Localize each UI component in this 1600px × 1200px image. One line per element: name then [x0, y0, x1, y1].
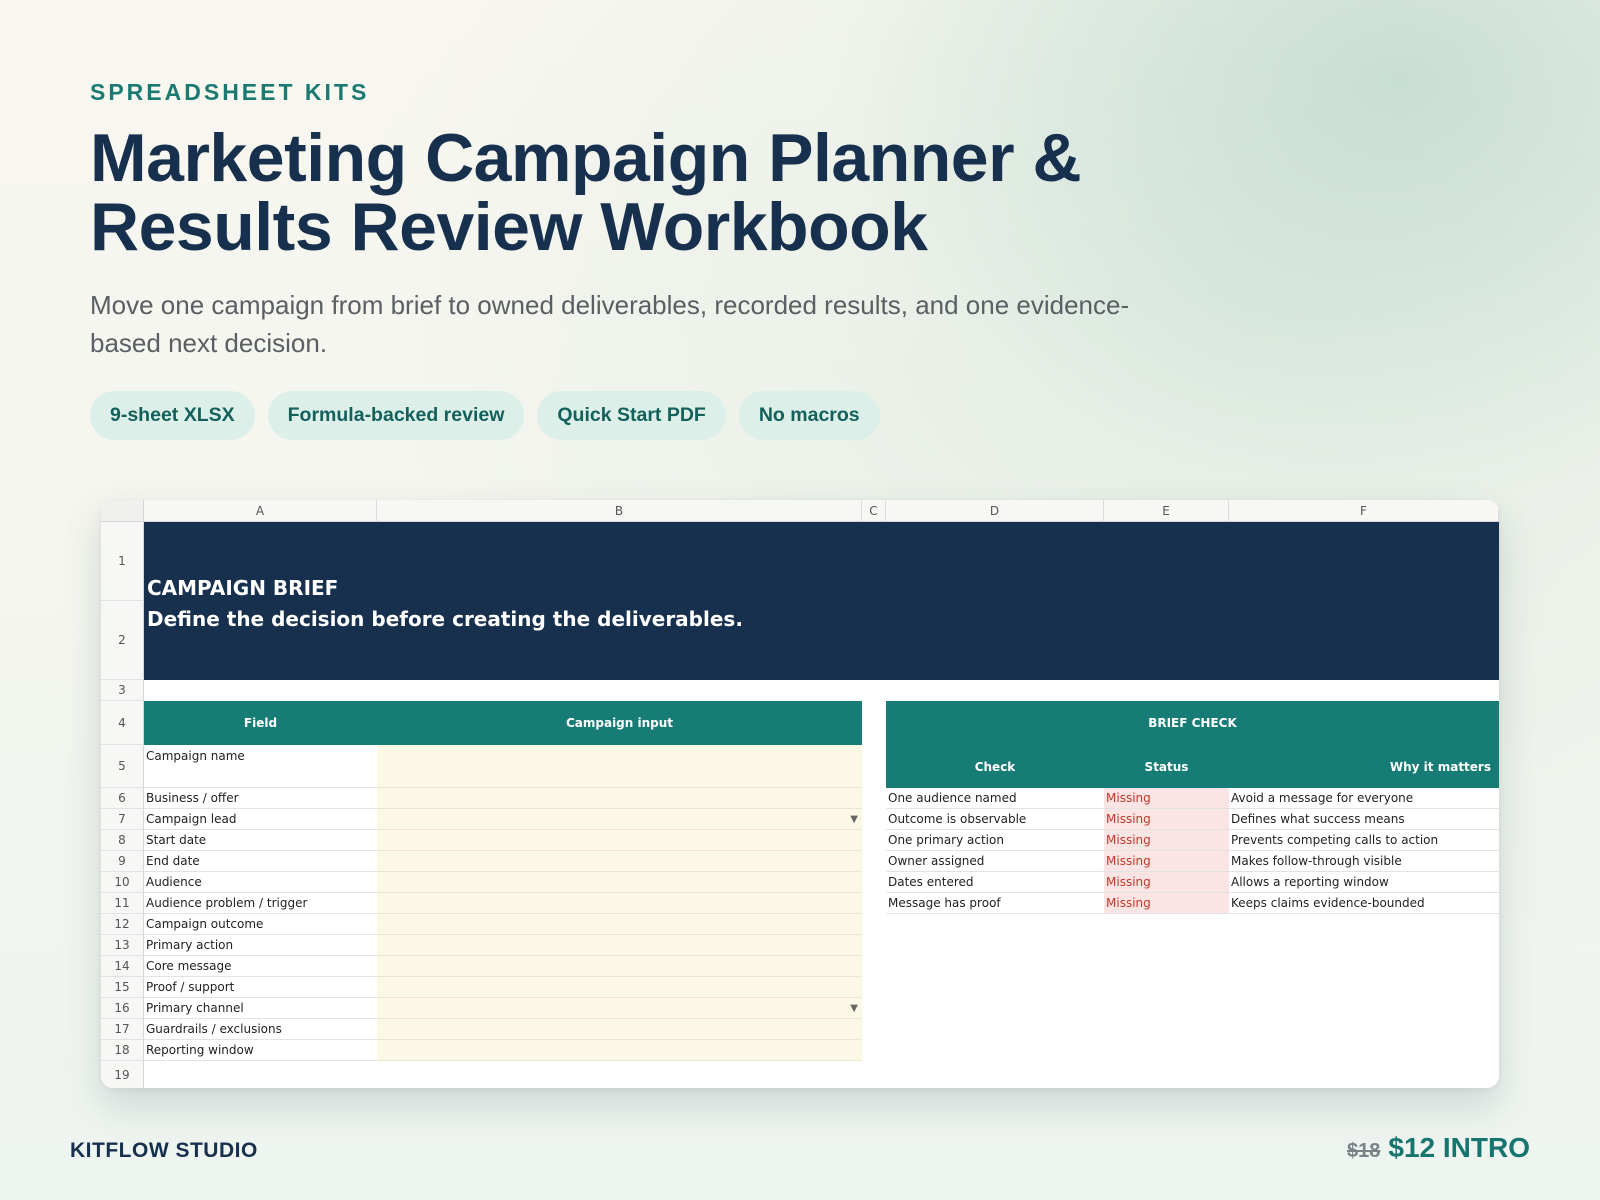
row-header-5[interactable]: 5	[101, 745, 144, 788]
input-start-date[interactable]	[377, 830, 862, 851]
field-label-campaign-lead[interactable]: Campaign lead	[144, 809, 377, 830]
input-reporting-window[interactable]	[377, 1040, 862, 1061]
select-all-corner[interactable]	[101, 500, 144, 522]
status-badge[interactable]: Missing	[1104, 851, 1229, 872]
page-subtitle: Move one campaign from brief to owned de…	[90, 290, 1130, 358]
eyebrow-label: SPREADSHEET KITS	[90, 79, 370, 105]
row-header-19[interactable]: 19	[101, 1061, 144, 1088]
campaign-input-header[interactable]: Campaign input	[377, 701, 862, 745]
row-header-14[interactable]: 14	[101, 956, 144, 977]
input-guardrails[interactable]	[377, 1019, 862, 1040]
row-header-17[interactable]: 17	[101, 1019, 144, 1040]
brand-name: KITFLOW STUDIO	[70, 1139, 258, 1162]
pill-no-macros: No macros	[738, 391, 880, 440]
field-label-business-offer[interactable]: Business / offer	[144, 788, 377, 809]
status-badge[interactable]: Missing	[1104, 830, 1229, 851]
field-label-primary-channel[interactable]: Primary channel	[144, 998, 377, 1019]
row-header-2[interactable]: 2	[101, 601, 144, 680]
why-cell[interactable]: Keeps claims evidence-bounded	[1229, 893, 1499, 914]
input-end-date[interactable]	[377, 851, 862, 872]
status-badge[interactable]: Missing	[1104, 809, 1229, 830]
row-header-15[interactable]: 15	[101, 977, 144, 998]
brief-check-title: BRIEF CHECK	[1148, 716, 1237, 730]
column-header-b[interactable]: B	[377, 500, 862, 522]
field-header[interactable]: Field	[144, 701, 377, 745]
input-audience[interactable]	[377, 872, 862, 893]
check-cell[interactable]: Dates entered	[886, 872, 1104, 893]
chevron-down-icon[interactable]: ▼	[850, 814, 858, 825]
status-badge[interactable]: Missing	[1104, 893, 1229, 914]
row-header-12[interactable]: 12	[101, 914, 144, 935]
input-business-offer[interactable]	[377, 788, 862, 809]
field-label-end-date[interactable]: End date	[144, 851, 377, 872]
column-header-a[interactable]: A	[144, 500, 377, 522]
row-header-6[interactable]: 6	[101, 788, 144, 809]
field-label-start-date[interactable]: Start date	[144, 830, 377, 851]
banner-title: CAMPAIGN BRIEF	[147, 576, 339, 600]
row-header-18[interactable]: 18	[101, 1040, 144, 1061]
input-primary-action[interactable]	[377, 935, 862, 956]
row-header-9[interactable]: 9	[101, 851, 144, 872]
status-badge[interactable]: Missing	[1104, 872, 1229, 893]
spreadsheet-preview: A B C D E F 1 2 3 4 5 6 7 8 9 10 11 12 1…	[101, 500, 1499, 1088]
why-cell[interactable]: Avoid a message for everyone	[1229, 788, 1499, 809]
row-header-7[interactable]: 7	[101, 809, 144, 830]
row-header-4[interactable]: 4	[101, 701, 144, 745]
column-header-d[interactable]: D	[886, 500, 1104, 522]
brief-check-header[interactable]: BRIEF CHECK Check Status Why it matters	[886, 701, 1499, 788]
input-campaign-outcome[interactable]	[377, 914, 862, 935]
banner-subtitle: Define the decision before creating the …	[147, 607, 743, 631]
input-campaign-name[interactable]	[377, 745, 862, 788]
field-label-audience-problem[interactable]: Audience problem / trigger	[144, 893, 377, 914]
price-tag: $18 $12 INTRO	[1347, 1132, 1530, 1164]
pill-formula: Formula-backed review	[267, 391, 525, 440]
pill-quickstart: Quick Start PDF	[537, 391, 726, 440]
row-header-13[interactable]: 13	[101, 935, 144, 956]
check-cell[interactable]: One primary action	[886, 830, 1104, 851]
column-header-f[interactable]: F	[1229, 500, 1499, 522]
input-proof-support[interactable]	[377, 977, 862, 998]
status-column-header: Status	[1144, 759, 1189, 774]
page-title: Marketing Campaign Planner & Results Rev…	[90, 124, 1370, 262]
why-cell[interactable]: Defines what success means	[1229, 809, 1499, 830]
check-cell[interactable]: Owner assigned	[886, 851, 1104, 872]
old-price: $18	[1347, 1140, 1381, 1162]
why-cell[interactable]: Allows a reporting window	[1229, 872, 1499, 893]
row-header-8[interactable]: 8	[101, 830, 144, 851]
field-label-primary-action[interactable]: Primary action	[144, 935, 377, 956]
check-cell[interactable]: Outcome is observable	[886, 809, 1104, 830]
title-line-2: Results Review Workbook	[90, 189, 928, 265]
column-header-c[interactable]: C	[862, 500, 886, 522]
row-header-3[interactable]: 3	[101, 680, 144, 701]
field-label-campaign-name[interactable]: Campaign name	[144, 745, 377, 788]
title-line-1: Marketing Campaign Planner &	[90, 120, 1082, 196]
campaign-brief-banner[interactable]: CAMPAIGN BRIEF Define the decision befor…	[144, 522, 1499, 680]
row-header-16[interactable]: 16	[101, 998, 144, 1019]
row-header-11[interactable]: 11	[101, 893, 144, 914]
check-cell[interactable]: One audience named	[886, 788, 1104, 809]
input-campaign-lead-dropdown[interactable]: ▼	[377, 809, 862, 830]
field-label-campaign-outcome[interactable]: Campaign outcome	[144, 914, 377, 935]
why-cell[interactable]: Prevents competing calls to action	[1229, 830, 1499, 851]
field-label-core-message[interactable]: Core message	[144, 956, 377, 977]
check-column-header: Check	[974, 759, 1016, 774]
field-label-audience[interactable]: Audience	[144, 872, 377, 893]
field-label-reporting-window[interactable]: Reporting window	[144, 1040, 377, 1061]
check-cell[interactable]: Message has proof	[886, 893, 1104, 914]
intro-price: $12 INTRO	[1388, 1132, 1530, 1163]
chevron-down-icon[interactable]: ▼	[850, 1003, 858, 1014]
row-header-1[interactable]: 1	[101, 522, 144, 601]
field-label-proof-support[interactable]: Proof / support	[144, 977, 377, 998]
input-audience-problem[interactable]	[377, 893, 862, 914]
input-core-message[interactable]	[377, 956, 862, 977]
pill-xlsx: 9-sheet XLSX	[90, 391, 255, 440]
feature-pills: 9-sheet XLSX Formula-backed review Quick…	[90, 391, 880, 440]
input-primary-channel-dropdown[interactable]: ▼	[377, 998, 862, 1019]
why-cell[interactable]: Makes follow-through visible	[1229, 851, 1499, 872]
why-column-header: Why it matters	[1389, 759, 1491, 774]
column-header-e[interactable]: E	[1104, 500, 1229, 522]
field-label-guardrails[interactable]: Guardrails / exclusions	[144, 1019, 377, 1040]
row-header-10[interactable]: 10	[101, 872, 144, 893]
status-badge[interactable]: Missing	[1104, 788, 1229, 809]
